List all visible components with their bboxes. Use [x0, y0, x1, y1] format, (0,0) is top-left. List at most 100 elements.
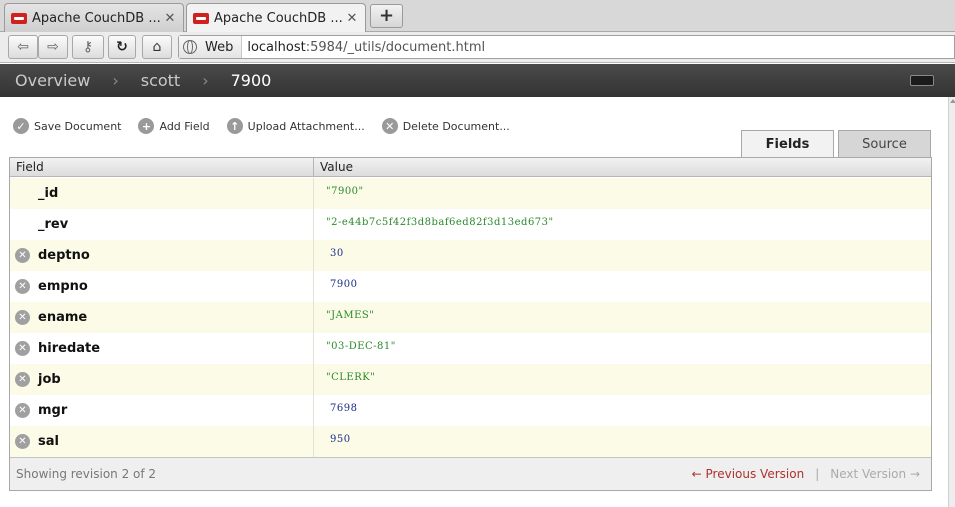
save-document-label: Save Document	[34, 119, 122, 133]
new-tab-button[interactable]: +	[370, 4, 403, 28]
delete-field-icon[interactable]: ✕	[15, 403, 30, 418]
reload-icon: ↻	[116, 39, 128, 55]
back-button[interactable]: ⇦	[8, 35, 38, 59]
field-name: _rev	[38, 217, 69, 232]
field-name[interactable]: deptno	[38, 248, 90, 263]
field-value[interactable]: "CLERK"	[326, 372, 375, 383]
field-name[interactable]: ename	[38, 310, 87, 325]
field-value: "2-e44b7c5f42f3d8baf6ed82f3d13ed673"	[326, 217, 554, 228]
delete-field-icon[interactable]: ✕	[15, 279, 30, 294]
plus-icon: +	[138, 118, 155, 134]
site-identity-label: Web	[205, 39, 234, 55]
column-divider	[313, 178, 314, 209]
table-row: _id "7900"	[10, 178, 931, 209]
delete-field-icon[interactable]: ✕	[15, 248, 30, 263]
field-name[interactable]: hiredate	[38, 341, 100, 356]
column-header-field: Field	[16, 160, 44, 174]
forward-button[interactable]: ⇨	[38, 35, 68, 59]
field-name[interactable]: empno	[38, 279, 88, 294]
delete-x-icon: ✕	[381, 118, 398, 134]
field-value[interactable]: 30	[330, 248, 344, 259]
field-name[interactable]: mgr	[38, 403, 67, 418]
table-row: ✕ deptno 30	[10, 240, 931, 271]
arrow-left-icon: ⇦	[17, 39, 29, 55]
tab-title: Apache CouchDB ...	[214, 11, 343, 26]
field-value[interactable]: "7900"	[326, 186, 364, 197]
chevron-right-icon: ›	[112, 71, 119, 90]
delete-field-icon[interactable]: ✕	[15, 434, 30, 449]
tab-source[interactable]: Source	[838, 130, 931, 157]
browser-tab-strip: Apache CouchDB ... ✕ Apache CouchDB ... …	[0, 0, 955, 33]
home-button[interactable]: ⌂	[142, 35, 172, 59]
browser-tab-1[interactable]: Apache CouchDB ... ✕	[4, 3, 184, 32]
close-icon[interactable]: ✕	[163, 11, 177, 26]
table-row: ✕ sal 950	[10, 426, 931, 457]
field-name[interactable]: sal	[38, 434, 59, 449]
table-row: ✕ hiredate "03-DEC-81"	[10, 333, 931, 364]
field-value[interactable]: 7900	[330, 279, 357, 290]
column-divider	[313, 426, 314, 457]
document-toolbar: ✓ Save Document + Add Field ↑ Upload Att…	[13, 117, 527, 135]
table-row: _rev "2-e44b7c5f42f3d8baf6ed82f3d13ed673…	[10, 209, 931, 240]
field-value[interactable]: 950	[330, 434, 351, 445]
column-divider	[313, 209, 314, 240]
couchdb-favicon-icon	[11, 12, 27, 24]
column-divider	[313, 395, 314, 426]
url-text[interactable]: localhost:5984/_utils/document.html	[247, 40, 485, 55]
upload-attachment-button[interactable]: ↑ Upload Attachment...	[226, 118, 365, 134]
couchdb-header: Overview › scott › 7900	[0, 64, 955, 97]
breadcrumb-document: 7900	[230, 71, 272, 90]
field-value[interactable]: "JAMES"	[326, 310, 374, 321]
key-icon: ⚷	[82, 39, 94, 55]
field-value[interactable]: 7698	[330, 403, 357, 414]
previous-version-link[interactable]: ← Previous Version	[692, 467, 805, 481]
field-value[interactable]: "03-DEC-81"	[326, 341, 396, 352]
sidebar-toggle-button[interactable]	[910, 75, 934, 86]
url-path: :5984/_utils/document.html	[305, 39, 486, 55]
address-bar[interactable]: Web localhost:5984/_utils/document.html	[178, 35, 955, 59]
document-fields-table: Field Value _id "7900" _rev "2-e44b7c5f4…	[9, 157, 932, 491]
column-header-value: Value	[320, 160, 353, 174]
revision-info: Showing revision 2 of 2	[16, 467, 157, 481]
upload-arrow-icon: ↑	[226, 118, 243, 134]
table-header: Field Value	[10, 158, 931, 177]
site-identity-chip[interactable]: Web	[179, 36, 243, 58]
column-divider	[313, 333, 314, 364]
upload-attachment-label: Upload Attachment...	[247, 119, 365, 133]
breadcrumb: Overview › scott › 7900	[0, 71, 271, 90]
next-version-link: Next Version →	[830, 467, 920, 481]
reload-button[interactable]: ↻	[108, 35, 136, 59]
chevron-right-icon: ›	[202, 71, 209, 90]
url-host: localhost	[247, 39, 306, 55]
breadcrumb-overview-link[interactable]: Overview	[15, 71, 90, 90]
delete-field-icon[interactable]: ✕	[15, 341, 30, 356]
pager-separator: |	[815, 467, 820, 481]
column-divider	[313, 158, 314, 177]
page-scrollbar[interactable]	[948, 97, 955, 507]
arrow-right-icon: ⇨	[47, 39, 59, 55]
delete-document-button[interactable]: ✕ Delete Document...	[381, 118, 510, 134]
table-row: ✕ ename "JAMES"	[10, 302, 931, 333]
tab-fields[interactable]: Fields	[741, 130, 834, 157]
save-document-button[interactable]: ✓ Save Document	[13, 118, 121, 134]
add-field-label: Add Field	[159, 119, 210, 133]
couchdb-favicon-icon	[193, 13, 209, 24]
globe-icon	[183, 40, 197, 54]
close-icon[interactable]: ✕	[345, 11, 359, 26]
breadcrumb-database-link[interactable]: scott	[141, 71, 180, 90]
column-divider	[313, 271, 314, 302]
field-name[interactable]: job	[38, 372, 61, 387]
checkmark-icon: ✓	[13, 118, 29, 134]
browser-nav-bar: ⇦ ⇨ ⚷ ↻ ⌂ Web localhost:5984/_utils/docu…	[0, 32, 955, 63]
delete-field-icon[interactable]: ✕	[15, 310, 30, 325]
field-name: _id	[38, 186, 59, 201]
column-divider	[313, 240, 314, 271]
delete-field-icon[interactable]: ✕	[15, 372, 30, 387]
table-row: ✕ empno 7900	[10, 271, 931, 302]
home-icon: ⌂	[152, 39, 162, 55]
browser-tab-2[interactable]: Apache CouchDB ... ✕	[186, 3, 366, 33]
revision-pager: ← Previous Version | Next Version →	[692, 467, 920, 481]
add-field-button[interactable]: + Add Field	[138, 118, 210, 134]
table-row: ✕ mgr 7698	[10, 395, 931, 426]
passwords-button[interactable]: ⚷	[72, 35, 104, 59]
